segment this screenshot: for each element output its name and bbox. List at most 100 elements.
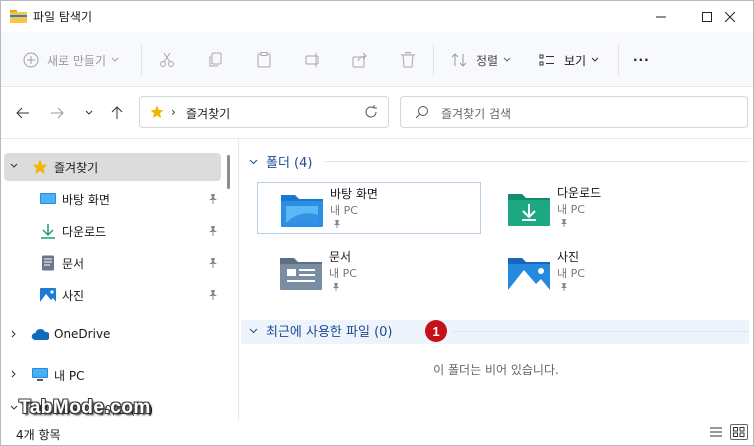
chevron-down-icon[interactable]: [10, 404, 18, 412]
chevron-down-icon[interactable]: [10, 162, 18, 170]
forward-button[interactable]: [47, 103, 67, 123]
file-list-pane: 폴더 (4) 바탕 화면 내 PC 다운로드 내 PC 문서 내 PC 사진 내…: [239, 140, 753, 420]
sidebar-scrollbar[interactable]: [227, 155, 230, 189]
share-icon: [352, 52, 367, 68]
sidebar-item-label: 바탕 화면: [62, 193, 110, 207]
chevron-down-icon: [111, 57, 119, 62]
chevron-down-icon: [249, 159, 258, 164]
copy-button[interactable]: [208, 47, 224, 73]
folder-tile-desktop[interactable]: 바탕 화면 내 PC: [257, 182, 481, 234]
chevron-right-icon[interactable]: [10, 330, 18, 338]
folder-location: 내 PC: [557, 203, 585, 216]
sidebar-item-label: OneDrive: [54, 327, 111, 341]
refresh-icon[interactable]: [363, 104, 379, 120]
desktop-folder-icon: [281, 195, 323, 227]
file-explorer-window: 파일 탐색기 새로 만들기 정렬 보기 ··· › 즐겨찾기 즐겨찾기 검색 즐…: [0, 0, 754, 446]
folder-location: 내 PC: [557, 267, 585, 280]
view-label: 보기: [564, 53, 587, 68]
sidebar-item-pictures[interactable]: 사진: [4, 281, 221, 309]
pictures-icon: [40, 288, 56, 302]
sidebar-item-label: 사진: [62, 289, 85, 303]
delete-button[interactable]: [400, 47, 416, 73]
chevron-right-icon[interactable]: [10, 370, 18, 378]
paste-icon: [257, 52, 271, 68]
breadcrumb-current[interactable]: 즐겨찾기: [186, 105, 230, 122]
folder-name: 바탕 화면: [330, 187, 378, 201]
address-bar[interactable]: › 즐겨찾기: [139, 96, 389, 128]
folder-name: 문서: [329, 250, 352, 264]
folder-tile-pictures[interactable]: 사진 내 PC: [485, 246, 709, 298]
new-button[interactable]: 새로 만들기: [23, 47, 119, 73]
annotation-badge: 1: [425, 320, 447, 342]
breadcrumb-separator: ›: [171, 105, 176, 119]
more-options-button[interactable]: ···: [633, 47, 650, 73]
details-view-icon: [710, 427, 722, 437]
folder-tile-downloads[interactable]: 다운로드 내 PC: [485, 182, 709, 234]
sidebar-item-this-pc[interactable]: 내 PC: [4, 361, 221, 389]
downloads-folder-icon: [508, 194, 550, 226]
tiles-view-button[interactable]: [730, 424, 748, 440]
command-bar: 새로 만들기 정렬 보기 ···: [1, 32, 753, 87]
window-title: 파일 탐색기: [33, 10, 93, 24]
file-explorer-app-icon: [10, 10, 27, 23]
sidebar-item-label: 문서: [62, 257, 85, 271]
sidebar-item-documents[interactable]: 문서: [4, 249, 221, 277]
computer-icon: [32, 368, 48, 381]
chevron-down-icon: [591, 57, 599, 62]
sidebar-item-onedrive[interactable]: OneDrive: [4, 321, 221, 349]
back-button[interactable]: [13, 103, 33, 123]
view-button[interactable]: 보기: [539, 47, 599, 73]
chevron-down-icon: [249, 328, 258, 333]
navigation-pane: 즐겨찾기 바탕 화면 다운로드 문서 사진 OneDrive 내 PC USB …: [1, 140, 238, 420]
search-box[interactable]: 즐겨찾기 검색: [400, 96, 748, 128]
recent-locations-button[interactable]: [79, 103, 99, 123]
details-view-button[interactable]: [707, 424, 725, 440]
copy-icon: [209, 52, 222, 67]
toolbar-divider: [433, 44, 434, 76]
arrow-left-icon: [16, 107, 29, 119]
folder-tile-documents[interactable]: 문서 내 PC: [257, 246, 481, 298]
close-button[interactable]: [707, 1, 753, 32]
minimize-icon: [656, 16, 666, 17]
pin-icon: [209, 226, 217, 236]
recent-files-group-header[interactable]: 최근에 사용한 파일 (0): [249, 321, 393, 340]
sidebar-item-downloads[interactable]: 다운로드: [4, 217, 221, 245]
new-label: 새로 만들기: [47, 53, 107, 68]
more-label: ···: [633, 53, 650, 67]
folders-group-title: 폴더 (4): [266, 156, 313, 171]
pin-icon: [561, 283, 567, 291]
sidebar-item-quick-access[interactable]: 즐겨찾기: [4, 153, 221, 181]
group-divider: [453, 331, 749, 332]
folders-group-header[interactable]: 폴더 (4): [249, 152, 312, 171]
up-button[interactable]: [107, 103, 127, 123]
close-icon: [725, 11, 735, 22]
documents-folder-icon: [280, 258, 322, 290]
group-divider: [325, 161, 749, 162]
sidebar-item-label: 즐겨찾기: [54, 161, 99, 175]
sort-button[interactable]: 정렬: [451, 47, 511, 73]
pin-icon: [333, 283, 339, 291]
sidebar-item-desktop[interactable]: 바탕 화면: [4, 185, 221, 213]
paste-button[interactable]: [256, 47, 272, 73]
rename-icon: [305, 53, 319, 67]
trash-icon: [401, 52, 415, 68]
folder-name: 다운로드: [557, 186, 602, 200]
arrow-up-icon: [111, 106, 123, 119]
title-bar: 파일 탐색기: [1, 1, 753, 32]
view-icon: [539, 54, 554, 66]
document-icon: [42, 255, 54, 271]
cut-button[interactable]: [159, 47, 175, 73]
pin-icon: [561, 219, 567, 227]
sidebar-item-label: 다운로드: [62, 225, 107, 239]
sidebar-item-label: 내 PC: [54, 369, 85, 383]
share-button[interactable]: [352, 47, 368, 73]
toolbar-divider: [141, 44, 142, 76]
rename-button[interactable]: [305, 47, 321, 73]
new-plus-icon: [23, 52, 39, 68]
minimize-button[interactable]: [638, 1, 684, 32]
folder-location: 내 PC: [329, 267, 357, 280]
chevron-down-icon: [503, 57, 511, 62]
status-bar: 4개 항목: [1, 420, 753, 445]
onedrive-cloud-icon: [31, 328, 49, 340]
pin-icon: [209, 194, 217, 204]
